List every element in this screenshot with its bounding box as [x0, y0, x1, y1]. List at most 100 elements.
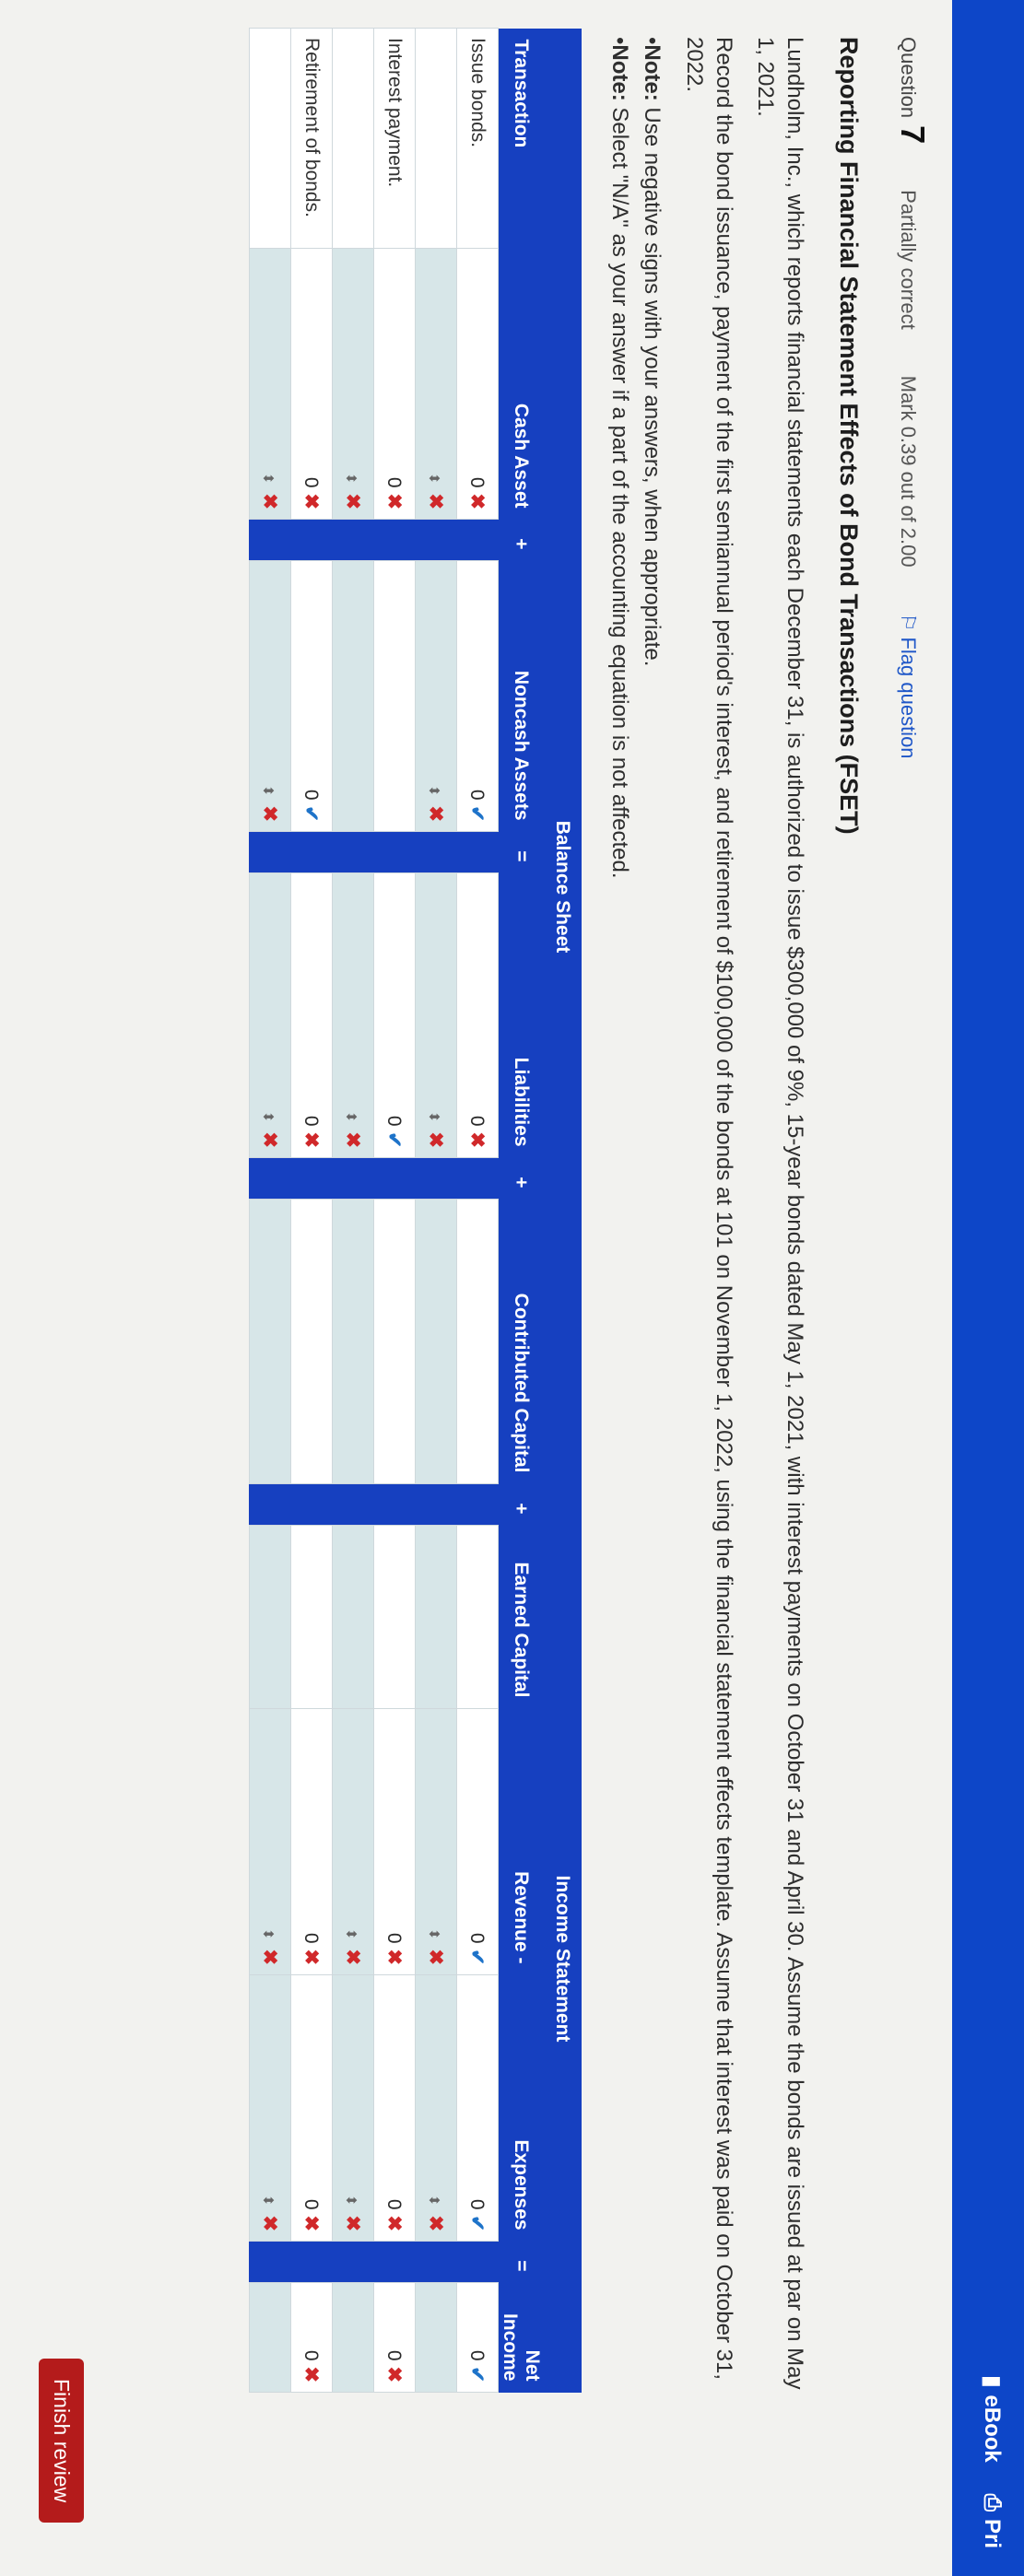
revenue-input[interactable]: 0 ✖ — [290, 1708, 333, 1975]
earned-select[interactable] — [332, 1525, 374, 1709]
expenses-input[interactable]: 0 ✔ — [456, 1974, 499, 2242]
cash-input[interactable]: 0 ✖ — [456, 248, 499, 520]
table-row: Interest payment. 0 ✖ 0 ✔ 0 ✖ 0 ✖ 0 ✖ — [373, 28, 416, 2393]
correct-icon: ✔ — [466, 1949, 488, 1965]
op-spacer — [290, 519, 333, 561]
cell-value: 0 — [383, 1932, 406, 1944]
expenses-select[interactable]: ⬍✖ — [249, 1974, 291, 2242]
print-button[interactable]: ⎙ Pri — [979, 2494, 1006, 2548]
expenses-select[interactable]: ⬍✖ — [332, 1974, 374, 2242]
noncash-input[interactable]: 0 ✔ — [456, 560, 499, 832]
noncash-input[interactable] — [373, 560, 416, 832]
noncash-input[interactable]: 0 ✔ — [290, 560, 333, 832]
table-row-select: ⬍✖ ⬍✖ ⬍✖ ⬍✖ — [332, 28, 374, 2393]
incorrect-icon: ✖ — [383, 2366, 406, 2383]
incorrect-icon: ✖ — [466, 1131, 488, 1148]
revenue-select[interactable]: ⬍✖ — [415, 1708, 457, 1975]
print-icon: ⎙ — [980, 2493, 1006, 2512]
noncash-select[interactable]: ⬍✖ — [415, 560, 457, 832]
op-spacer — [332, 519, 374, 561]
cash-select[interactable]: ⬍✖ — [415, 248, 457, 520]
op-spacer — [249, 2241, 291, 2283]
row-label: Issue bonds. — [456, 28, 499, 249]
op-spacer — [290, 1157, 333, 1200]
contributed-input[interactable] — [290, 1199, 333, 1484]
select-arrow-icon: ⬍ — [343, 1110, 359, 1123]
expenses-select[interactable]: ⬍✖ — [415, 1974, 457, 2242]
finish-review-button[interactable]: Finish review — [39, 2359, 84, 2523]
note-label: Note: — [640, 44, 665, 101]
noncash-select[interactable]: ⬍✖ — [249, 560, 291, 832]
contributed-input[interactable] — [456, 1199, 499, 1484]
liabilities-input[interactable]: 0 ✔ — [373, 872, 416, 1158]
op-spacer — [249, 1483, 291, 1526]
incorrect-icon: ✖ — [259, 805, 281, 822]
incorrect-icon: ✖ — [466, 493, 488, 509]
ebook-button[interactable]: ▮ eBook — [979, 2375, 1006, 2463]
cash-select[interactable]: ⬍✖ — [249, 248, 291, 520]
op-plus: + — [498, 1483, 543, 1526]
cell-value: 0 — [300, 2198, 323, 2210]
select-arrow-icon: ⬍ — [426, 1110, 442, 1123]
expenses-input[interactable]: 0 ✖ — [373, 1974, 416, 2242]
earned-input[interactable] — [456, 1525, 499, 1709]
flag-question-link[interactable]: ⚐ Flag question — [896, 614, 920, 759]
liabilities-select[interactable]: ⬍✖ — [332, 872, 374, 1158]
net-income-input[interactable]: 0 ✖ — [290, 2282, 333, 2393]
op-spacer — [373, 1157, 416, 1200]
op-spacer — [415, 2241, 457, 2283]
revenue-select[interactable]: ⬍✖ — [332, 1708, 374, 1975]
incorrect-icon: ✖ — [425, 2215, 447, 2231]
col-expenses: Expenses — [498, 1974, 543, 2242]
revenue-label: Revenue — [511, 1871, 532, 1952]
net-income-select[interactable] — [415, 2282, 457, 2393]
liabilities-input[interactable]: 0 ✖ — [456, 872, 499, 1158]
select-arrow-icon: ⬍ — [260, 1927, 277, 1940]
incorrect-icon: ✖ — [259, 1949, 281, 1965]
liabilities-select[interactable]: ⬍✖ — [415, 872, 457, 1158]
op-equals: = — [498, 2241, 543, 2283]
net-income-select[interactable] — [249, 2282, 291, 2393]
liabilities-input[interactable]: 0 ✖ — [290, 872, 333, 1158]
question-label: Question — [897, 37, 920, 119]
incorrect-icon: ✖ — [342, 1131, 364, 1148]
incorrect-icon: ✖ — [383, 1949, 406, 1965]
contributed-select[interactable] — [332, 1199, 374, 1484]
select-arrow-icon: ⬍ — [343, 2194, 359, 2207]
revenue-input[interactable]: 0 ✔ — [456, 1708, 499, 1975]
balance-sheet-header: Balance Sheet — [543, 248, 582, 1526]
net-income-select[interactable] — [332, 2282, 374, 2393]
header-blank — [543, 28, 582, 249]
net-income-input[interactable]: 0 ✖ — [373, 2282, 416, 2393]
question-paragraph-2: Record the bond issuance, payment of the… — [682, 37, 736, 2380]
noncash-select[interactable] — [332, 560, 374, 832]
col-cash-asset: Cash Asset — [498, 248, 543, 520]
earned-select[interactable] — [415, 1525, 457, 1709]
op-spacer — [415, 519, 457, 561]
revenue-input[interactable]: 0 ✖ — [373, 1708, 416, 1975]
op-spacer — [456, 1483, 499, 1526]
expenses-input[interactable]: 0 ✖ — [290, 1974, 333, 2242]
fset-table: Balance Sheet Income Statement Transacti… — [249, 28, 582, 2393]
cell-value: 0 — [300, 476, 323, 488]
earned-select[interactable] — [249, 1525, 291, 1709]
cash-input[interactable]: 0 ✖ — [290, 248, 333, 520]
net-income-input[interactable]: 0 ✔ — [456, 2282, 499, 2393]
earned-input[interactable] — [373, 1525, 416, 1709]
cell-value: 0 — [466, 1115, 488, 1127]
contributed-select[interactable] — [249, 1199, 291, 1484]
cell-value: 0 — [466, 2198, 488, 2210]
op-spacer — [290, 1483, 333, 1526]
liabilities-select[interactable]: ⬍✖ — [249, 872, 291, 1158]
incorrect-icon: ✖ — [383, 2215, 406, 2231]
revenue-select[interactable]: ⬍✖ — [249, 1708, 291, 1975]
cash-input[interactable]: 0 ✖ — [373, 248, 416, 520]
select-arrow-icon: ⬍ — [426, 784, 442, 797]
op-spacer — [249, 519, 291, 561]
select-arrow-icon: ⬍ — [260, 784, 277, 797]
cash-select[interactable]: ⬍✖ — [332, 248, 374, 520]
earned-input[interactable] — [290, 1525, 333, 1709]
contributed-select[interactable] — [415, 1199, 457, 1484]
row-label: Interest payment. — [373, 28, 416, 249]
contributed-input[interactable] — [373, 1199, 416, 1484]
